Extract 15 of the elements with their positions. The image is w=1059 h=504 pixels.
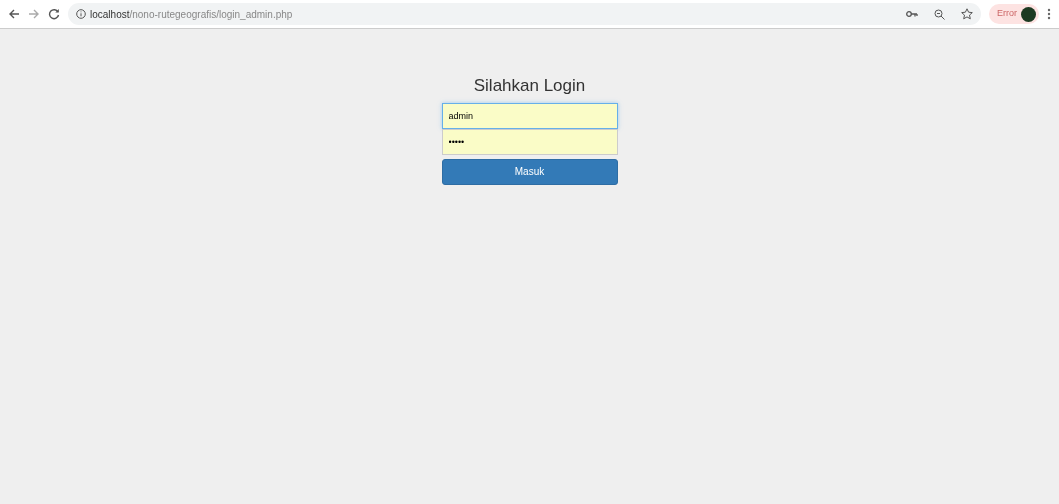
username-field[interactable]: admin	[441, 102, 618, 129]
address-bar[interactable]: localhost/nono-rutegeografis/login_admin.php	[68, 3, 981, 25]
reload-icon[interactable]	[48, 8, 60, 20]
login-title: Silahkan Login	[472, 75, 587, 97]
menu-icon[interactable]	[1047, 8, 1051, 20]
zoom-icon[interactable]	[934, 8, 945, 20]
avatar-icon	[1021, 6, 1036, 22]
star-icon[interactable]	[961, 8, 973, 20]
url-path: /nono-rutegeografis/login_admin.php	[129, 7, 293, 22]
info-icon[interactable]	[76, 9, 86, 19]
login-button[interactable]: Masuk	[441, 158, 618, 185]
back-icon[interactable]	[8, 8, 20, 20]
url-host: localhost	[90, 7, 130, 22]
key-icon[interactable]	[906, 10, 918, 18]
password-field[interactable]: •••••	[441, 128, 618, 155]
